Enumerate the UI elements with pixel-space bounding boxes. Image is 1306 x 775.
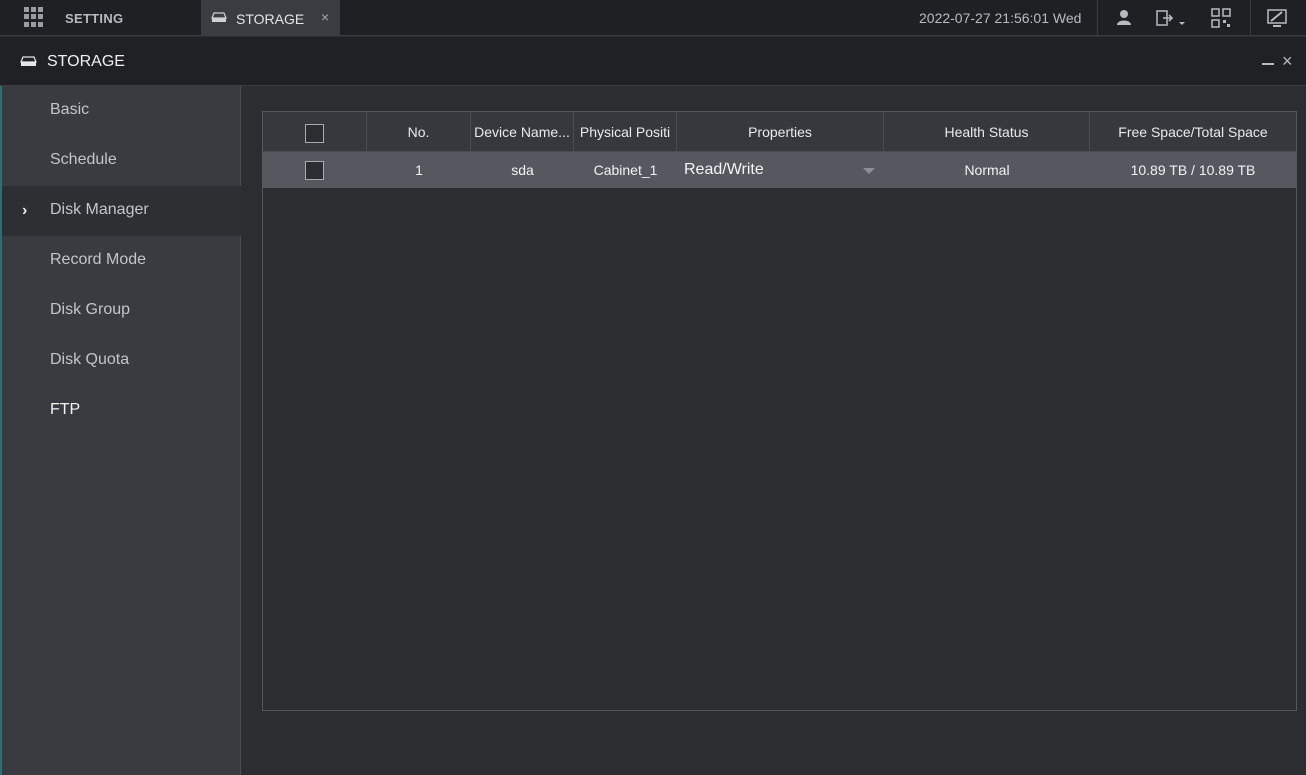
window-header: STORAGE × (0, 37, 1306, 86)
display-monitor-icon[interactable] (1267, 8, 1287, 28)
select-all-checkbox[interactable] (305, 124, 324, 143)
close-tab-icon[interactable]: × (321, 9, 329, 25)
column-header-health-status[interactable]: Health Status (884, 112, 1090, 152)
cell-free-total-space: 10.89 TB / 10.89 TB (1130, 162, 1256, 178)
column-header-properties[interactable]: Properties (677, 112, 884, 152)
cell-physical-position: Cabinet_1 (593, 162, 658, 178)
sidebar-item-label: Disk Group (50, 301, 131, 318)
storage-tab[interactable]: STORAGE × (201, 0, 340, 36)
datetime-display: 2022-07-27 21:56:01 Wed (919, 10, 1082, 26)
storage-drive-icon (211, 12, 227, 22)
logout-icon[interactable] (1155, 8, 1189, 28)
window-title: STORAGE (47, 53, 125, 70)
sidebar: Basic Schedule › Disk Manager Record Mod… (0, 86, 241, 775)
column-header-device-name[interactable]: Device Name... (471, 112, 574, 152)
main-content: No. Device Name... Physical Positi Prope… (242, 86, 1306, 775)
sidebar-item-ftp[interactable]: FTP (2, 386, 241, 436)
close-window-icon[interactable]: × (1282, 52, 1293, 70)
cell-no: 1 (415, 162, 423, 178)
minimize-icon[interactable] (1262, 63, 1274, 65)
table-row[interactable]: 1 sda Cabinet_1 Read/Write Normal 10.89 … (263, 152, 1296, 188)
properties-select[interactable]: Read/Write (684, 152, 764, 188)
sidebar-item-label: FTP (50, 401, 81, 418)
cell-health-status: Normal (964, 162, 1010, 178)
column-header-no[interactable]: No. (367, 112, 471, 152)
toolbar-divider (1097, 0, 1098, 36)
table-header: No. Device Name... Physical Positi Prope… (263, 112, 1296, 152)
sidebar-item-label: Disk Quota (50, 351, 130, 368)
qr-code-icon[interactable] (1211, 8, 1231, 28)
cell-device-name: sda (511, 162, 534, 178)
header-select-all (263, 112, 367, 152)
sidebar-item-basic[interactable]: Basic (2, 86, 241, 136)
top-bar: SETTING STORAGE × 2022-07-27 21:56:01 We… (0, 0, 1306, 36)
sidebar-item-label: Record Mode (50, 251, 147, 268)
toolbar-divider (1250, 0, 1251, 36)
sidebar-item-disk-quota[interactable]: Disk Quota (2, 336, 241, 386)
column-header-free-total-space[interactable]: Free Space/Total Space (1090, 112, 1296, 152)
sidebar-item-label: Disk Manager (50, 201, 149, 218)
chevron-right-icon: › (22, 202, 28, 219)
sidebar-item-schedule[interactable]: Schedule (2, 136, 241, 186)
setting-tab[interactable]: SETTING (65, 11, 123, 26)
sidebar-item-label: Schedule (50, 151, 117, 168)
sidebar-item-record-mode[interactable]: Record Mode (2, 236, 241, 286)
column-header-physical-position[interactable]: Physical Positi (574, 112, 677, 152)
row-checkbox[interactable] (305, 161, 324, 180)
main-menu-grid-icon[interactable] (24, 7, 44, 27)
storage-drive-icon (20, 56, 37, 66)
sidebar-item-disk-group[interactable]: Disk Group (2, 286, 241, 336)
user-icon[interactable] (1114, 8, 1134, 28)
sidebar-item-label: Basic (50, 101, 90, 118)
dropdown-arrow-icon[interactable] (863, 168, 875, 174)
sidebar-item-disk-manager[interactable]: › Disk Manager (2, 186, 241, 236)
storage-tab-label: STORAGE (236, 11, 305, 27)
disk-table: No. Device Name... Physical Positi Prope… (262, 111, 1297, 711)
